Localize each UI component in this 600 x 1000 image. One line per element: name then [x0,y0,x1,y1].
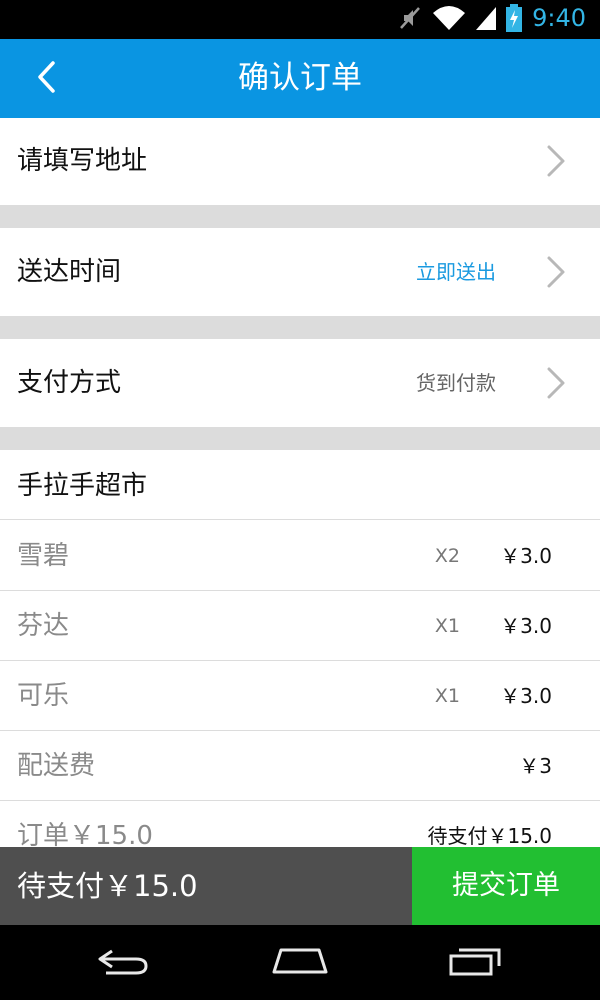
battery-charging-icon [506,4,523,32]
shop-header: 手拉手超市 [0,450,600,520]
item-name: 雪碧 [17,541,70,571]
item-price: ￥3.0 [500,544,552,568]
back-arrow-icon [96,945,152,981]
section-divider [0,316,600,339]
amount-due: 待支付￥15.0 [0,847,412,925]
app-header: 确认订单 [0,39,600,118]
system-nav-bar [0,925,600,1000]
chevron-right-icon [544,141,568,181]
payment-method-row[interactable]: 支付方式 货到付款 [0,339,600,427]
signal-icon [476,5,497,31]
chevron-right-icon [544,252,568,292]
status-icons: 9:40 [398,4,586,32]
chevron-right-icon [544,363,568,403]
item-quantity: X2 [434,545,460,567]
nav-back-button[interactable] [84,939,164,987]
order-item: 可乐 X1 ￥3.0 [0,661,600,731]
section-divider [0,427,600,450]
address-row[interactable]: 请填写地址 [0,118,600,205]
shop-name: 手拉手超市 [17,471,148,501]
delivery-fee-label: 配送费 [17,751,96,781]
checkout-bar: 待支付￥15.0 提交订单 [0,847,600,925]
item-price: ￥3.0 [500,614,552,638]
submit-order-button[interactable]: 提交订单 [412,847,600,925]
item-name: 可乐 [17,681,70,711]
delivery-fee-row: 配送费 ￥3 [0,731,600,801]
delivery-fee-price: ￥3 [519,754,552,778]
status-bar: 9:40 [0,0,600,39]
mute-icon [398,5,422,31]
delivery-time-value: 立即送出 [416,260,496,284]
recent-apps-icon [448,944,504,982]
nav-recent-apps-button[interactable] [436,939,516,987]
delivery-time-label: 送达时间 [17,257,122,287]
order-item: 雪碧 X2 ￥3.0 [0,521,600,591]
order-item: 芬达 X1 ￥3.0 [0,591,600,661]
wifi-icon [432,5,466,31]
payment-method-value: 货到付款 [416,371,496,395]
item-quantity: X1 [434,685,460,707]
section-divider [0,205,600,228]
address-label: 请填写地址 [17,146,148,176]
status-time: 9:40 [532,4,586,32]
item-name: 芬达 [17,611,70,641]
payment-method-label: 支付方式 [17,368,122,398]
nav-home-button[interactable] [260,939,340,987]
home-icon [271,946,329,980]
item-quantity: X1 [434,615,460,637]
delivery-time-row[interactable]: 送达时间 立即送出 [0,228,600,316]
item-price: ￥3.0 [500,684,552,708]
page-title: 确认订单 [238,60,362,96]
